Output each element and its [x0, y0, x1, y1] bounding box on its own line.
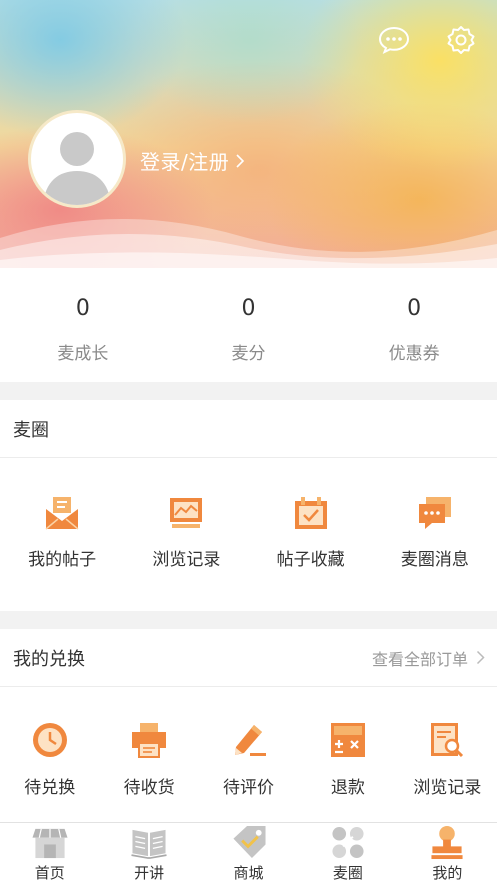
section-title: 我的兑换	[13, 648, 85, 670]
stats-bar: 0 麦成长 0 麦分 0 优惠券	[0, 268, 497, 382]
browse-history-button[interactable]: 浏览记录	[124, 495, 248, 570]
stat-value: 0	[75, 296, 90, 321]
section-title: 麦圈	[13, 419, 49, 441]
tab-mall[interactable]: 商城	[199, 823, 298, 883]
exchange-section: 我的兑换 查看全部订单 待兑换 待收货 待评价 退款 浏览记录	[0, 629, 497, 822]
maiquan-grid: 我的帖子 浏览记录 帖子收藏 麦圈消息	[0, 458, 497, 570]
header-wave	[0, 218, 497, 268]
my-posts-button[interactable]: 我的帖子	[0, 495, 124, 570]
grid-item-label: 退款	[330, 778, 365, 798]
maiquan-header: 麦圈	[0, 400, 497, 458]
chevron-right-icon	[236, 153, 245, 168]
stat-growth[interactable]: 0 麦成长	[0, 268, 166, 382]
exchange-browse-history-button[interactable]: 浏览记录	[398, 721, 497, 798]
maiquan-messages-button[interactable]: 麦圈消息	[373, 495, 497, 570]
tab-label: 我的	[432, 864, 463, 882]
grid-item-label: 待收货	[123, 778, 175, 798]
community-circles-icon	[332, 826, 364, 859]
login-register-link[interactable]: 登录/注册	[140, 146, 245, 175]
profile-header: 登录/注册	[0, 0, 497, 268]
grid-item-label: 待评价	[223, 778, 275, 798]
pending-exchange-button[interactable]: 待兑换	[0, 721, 99, 798]
pencil-icon	[234, 725, 266, 756]
calculator-icon	[330, 723, 365, 757]
grid-item-label: 浏览记录	[152, 550, 221, 570]
stat-value: 0	[407, 296, 422, 321]
document-search-icon	[431, 723, 464, 758]
login-label: 登录/注册	[140, 150, 230, 174]
grid-item-label: 帖子收藏	[276, 550, 345, 570]
grid-item-label: 浏览记录	[413, 778, 482, 798]
open-book-icon	[131, 829, 167, 859]
tab-maiquan[interactable]: 麦圈	[298, 823, 397, 883]
tab-label: 开讲	[134, 864, 165, 882]
tab-home[interactable]: 首页	[0, 823, 99, 883]
pending-review-button[interactable]: 待评价	[199, 721, 298, 798]
post-envelope-icon	[45, 497, 79, 530]
tab-mine[interactable]: 我的	[398, 823, 497, 883]
clock-icon	[32, 723, 67, 757]
view-all-label: 查看全部订单	[371, 649, 468, 669]
storefront-icon	[32, 828, 68, 859]
tab-label: 首页	[34, 864, 65, 882]
grid-item-label: 待兑换	[24, 778, 76, 798]
stat-label: 麦成长	[57, 344, 109, 364]
settings-gear-icon[interactable]	[443, 22, 479, 58]
refund-button[interactable]: 退款	[298, 721, 397, 798]
default-avatar-icon	[43, 132, 111, 205]
grid-item-label: 麦圈消息	[400, 550, 469, 570]
exchange-grid: 待兑换 待收货 待评价 退款 浏览记录	[0, 687, 497, 798]
stat-coupons[interactable]: 0 优惠券	[331, 268, 497, 382]
tab-lecture[interactable]: 开讲	[99, 823, 198, 883]
avatar[interactable]	[28, 110, 126, 208]
tab-label: 商城	[233, 864, 264, 882]
person-stamp-icon	[431, 825, 463, 860]
stat-value: 0	[241, 296, 256, 321]
view-all-orders-link[interactable]: 查看全部订单	[372, 646, 485, 670]
maiquan-section: 麦圈 我的帖子 浏览记录 帖子收藏 麦圈消息	[0, 400, 497, 611]
message-icon[interactable]	[376, 22, 412, 58]
post-favorites-button[interactable]: 帖子收藏	[249, 495, 373, 570]
message-stack-icon	[418, 497, 451, 529]
stat-points[interactable]: 0 麦分	[166, 268, 332, 382]
stat-label: 麦分	[231, 344, 266, 364]
tab-label: 麦圈	[332, 864, 363, 882]
bottom-tab-bar: 首页 开讲 商城 麦圈 我的	[0, 822, 497, 883]
chart-board-icon	[170, 498, 203, 528]
bookmark-calendar-icon	[294, 497, 327, 529]
chevron-right-icon	[476, 650, 485, 665]
pending-receipt-button[interactable]: 待收货	[99, 721, 198, 798]
exchange-header: 我的兑换 查看全部订单	[0, 629, 497, 687]
printer-icon	[132, 723, 167, 758]
grid-item-label: 我的帖子	[28, 550, 97, 570]
stat-label: 优惠券	[388, 344, 440, 364]
price-tag-icon	[232, 825, 266, 859]
